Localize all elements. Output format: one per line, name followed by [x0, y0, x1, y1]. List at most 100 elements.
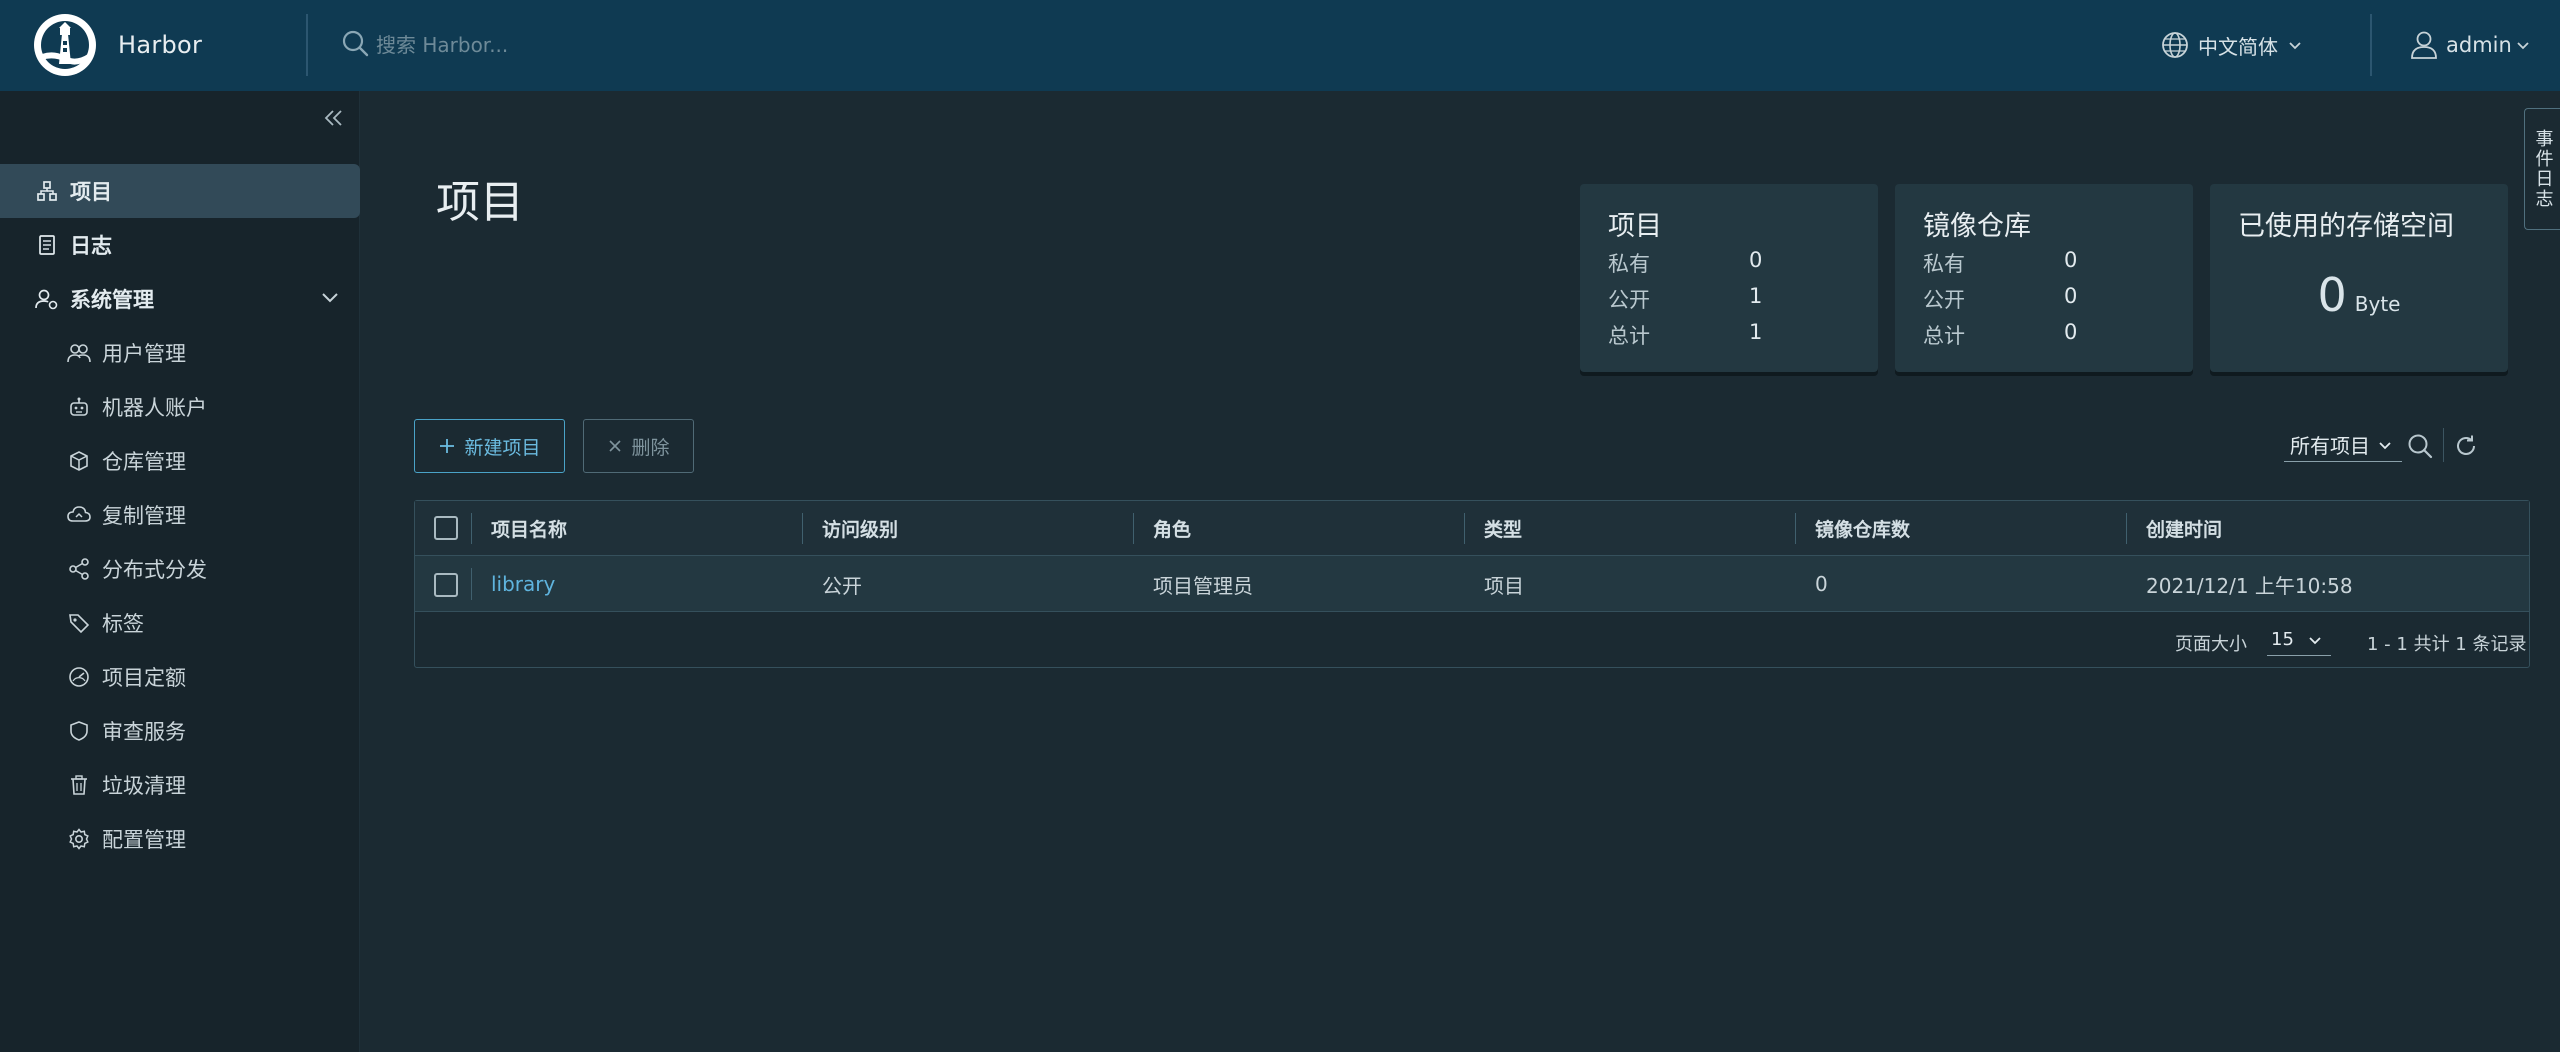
event-log-tab[interactable]: 事件日志: [2524, 108, 2560, 230]
delete-label: 删除: [631, 436, 670, 459]
chevron-down-icon: [2378, 440, 2392, 450]
plus-icon: [438, 437, 456, 455]
sidebar-item-label: 机器人账户: [102, 396, 207, 420]
user-menu[interactable]: admin: [2410, 24, 2530, 66]
column-header-type[interactable]: 类型: [1484, 501, 1522, 556]
sidebar-item-logs[interactable]: 日志: [0, 218, 360, 272]
brand-name: Harbor: [118, 31, 203, 59]
sidebar-item-projects[interactable]: 项目: [0, 164, 360, 218]
sidebar-item-configuration[interactable]: 配置管理: [0, 812, 360, 866]
globe-icon: [2160, 30, 2190, 60]
card-row-value: 1: [1749, 284, 1763, 308]
project-filter-select[interactable]: 所有项目: [2284, 428, 2402, 462]
chevron-down-icon[interactable]: [320, 286, 340, 310]
created-time-cell: 2021/12/1 上午10:58: [2146, 573, 2353, 598]
sidebar-item-label: 复制管理: [102, 504, 186, 528]
sidebar-item-label: 项目: [70, 180, 112, 204]
language-selector[interactable]: 中文简体: [2160, 24, 2302, 66]
column-header-access[interactable]: 访问级别: [822, 501, 898, 556]
table-footer: 页面大小 15 1 - 1 共计 1 条记录: [415, 612, 2529, 668]
table-row[interactable]: library 公开 项目管理员 项目 0 2021/12/1 上午10:58: [415, 556, 2529, 612]
storage-summary-card: 已使用的存储空间 0 Byte: [2210, 184, 2508, 372]
sidebar: 项目 日志 系统管理 用户管理 机器人账户 仓库管理 复制管理 分布式分发 标签…: [0, 91, 360, 1052]
sidebar-item-registries[interactable]: 仓库管理: [0, 434, 360, 488]
search-input[interactable]: [376, 27, 976, 63]
tag-icon: [66, 610, 92, 636]
column-header-created[interactable]: 创建时间: [2146, 501, 2222, 556]
sidebar-item-quotas[interactable]: 项目定额: [0, 650, 360, 704]
storage-value: 0: [2317, 268, 2347, 322]
card-row-value: 0: [2064, 284, 2078, 308]
sidebar-item-garbage-collection[interactable]: 垃圾清理: [0, 758, 360, 812]
projects-icon: [34, 178, 60, 204]
delete-button[interactable]: 删除: [583, 419, 694, 473]
sidebar-item-users[interactable]: 用户管理: [0, 326, 360, 380]
card-row-value: 1: [1749, 320, 1763, 344]
storage-unit: Byte: [2354, 292, 2401, 316]
column-header-repo-count[interactable]: 镜像仓库数: [1815, 501, 1910, 556]
role-cell: 项目管理员: [1153, 573, 1253, 598]
column-header-role[interactable]: 角色: [1153, 501, 1191, 556]
record-count: 1 - 1 共计 1 条记录: [2367, 634, 2527, 655]
type-cell: 项目: [1484, 573, 1524, 598]
row-checkbox[interactable]: [434, 573, 458, 597]
card-title: 已使用的存储空间: [2238, 211, 2454, 242]
project-name-link[interactable]: library: [491, 556, 555, 612]
search-icon[interactable]: [2404, 430, 2436, 462]
toolbar-divider: [2443, 428, 2444, 462]
sidebar-item-replications[interactable]: 复制管理: [0, 488, 360, 542]
projects-table: 项目名称 访问级别 角色 类型 镜像仓库数 创建时间 library 公开 项目…: [414, 500, 2530, 668]
sidebar-item-label: 分布式分发: [102, 558, 207, 582]
column-divider: [471, 513, 472, 544]
sidebar-item-label: 日志: [70, 234, 112, 258]
card-title: 项目: [1608, 211, 1662, 242]
sidebar-item-label: 垃圾清理: [102, 774, 186, 798]
refresh-icon[interactable]: [2450, 430, 2482, 462]
card-row-label: 总计: [1923, 324, 1965, 348]
replication-icon: [66, 502, 92, 528]
gear-icon: [66, 826, 92, 852]
card-row-value: 0: [1749, 248, 1763, 272]
sidebar-item-label: 用户管理: [102, 342, 186, 366]
sidebar-item-admin[interactable]: 系统管理: [0, 272, 360, 326]
trash-icon: [66, 772, 92, 798]
page-size-select[interactable]: 15: [2267, 624, 2331, 656]
brand[interactable]: Harbor: [34, 14, 202, 76]
column-divider: [802, 513, 803, 544]
chevron-down-icon: [2516, 40, 2530, 50]
close-icon: [607, 438, 623, 454]
sidebar-item-label: 项目定额: [102, 666, 186, 690]
card-row-value: 0: [2064, 248, 2078, 272]
column-divider: [471, 568, 472, 600]
column-divider: [2126, 513, 2127, 544]
card-row-label: 公开: [1923, 288, 1965, 312]
page-size-value: 15: [2271, 629, 2294, 650]
new-project-button[interactable]: 新建项目: [414, 419, 565, 473]
sidebar-item-distribution[interactable]: 分布式分发: [0, 542, 360, 596]
username-label: admin: [2446, 33, 2512, 57]
sidebar-item-scanners[interactable]: 审查服务: [0, 704, 360, 758]
page-size-label: 页面大小: [2175, 634, 2247, 655]
column-divider: [1464, 513, 1465, 544]
card-title: 镜像仓库: [1923, 211, 2031, 242]
header-divider: [2370, 14, 2372, 76]
new-project-label: 新建项目: [464, 436, 541, 459]
shield-icon: [66, 718, 92, 744]
sidebar-item-labels[interactable]: 标签: [0, 596, 360, 650]
repo-count-cell: 0: [1815, 572, 1828, 596]
select-all-checkbox[interactable]: [434, 516, 458, 540]
access-level-cell: 公开: [822, 573, 862, 598]
collapse-sidebar-icon[interactable]: [321, 105, 347, 131]
robot-icon: [66, 394, 92, 420]
logs-icon: [34, 232, 60, 258]
sidebar-item-robot-accounts[interactable]: 机器人账户: [0, 380, 360, 434]
column-header-name[interactable]: 项目名称: [491, 501, 567, 556]
project-filter-value: 所有项目: [2290, 434, 2370, 458]
event-log-label: 事件日志: [2532, 129, 2554, 209]
column-divider: [1795, 513, 1796, 544]
search-icon: [340, 28, 370, 62]
distribution-icon: [66, 556, 92, 582]
sidebar-item-label: 标签: [102, 612, 144, 636]
page-title: 项目: [436, 177, 524, 228]
global-search[interactable]: [340, 25, 1040, 65]
